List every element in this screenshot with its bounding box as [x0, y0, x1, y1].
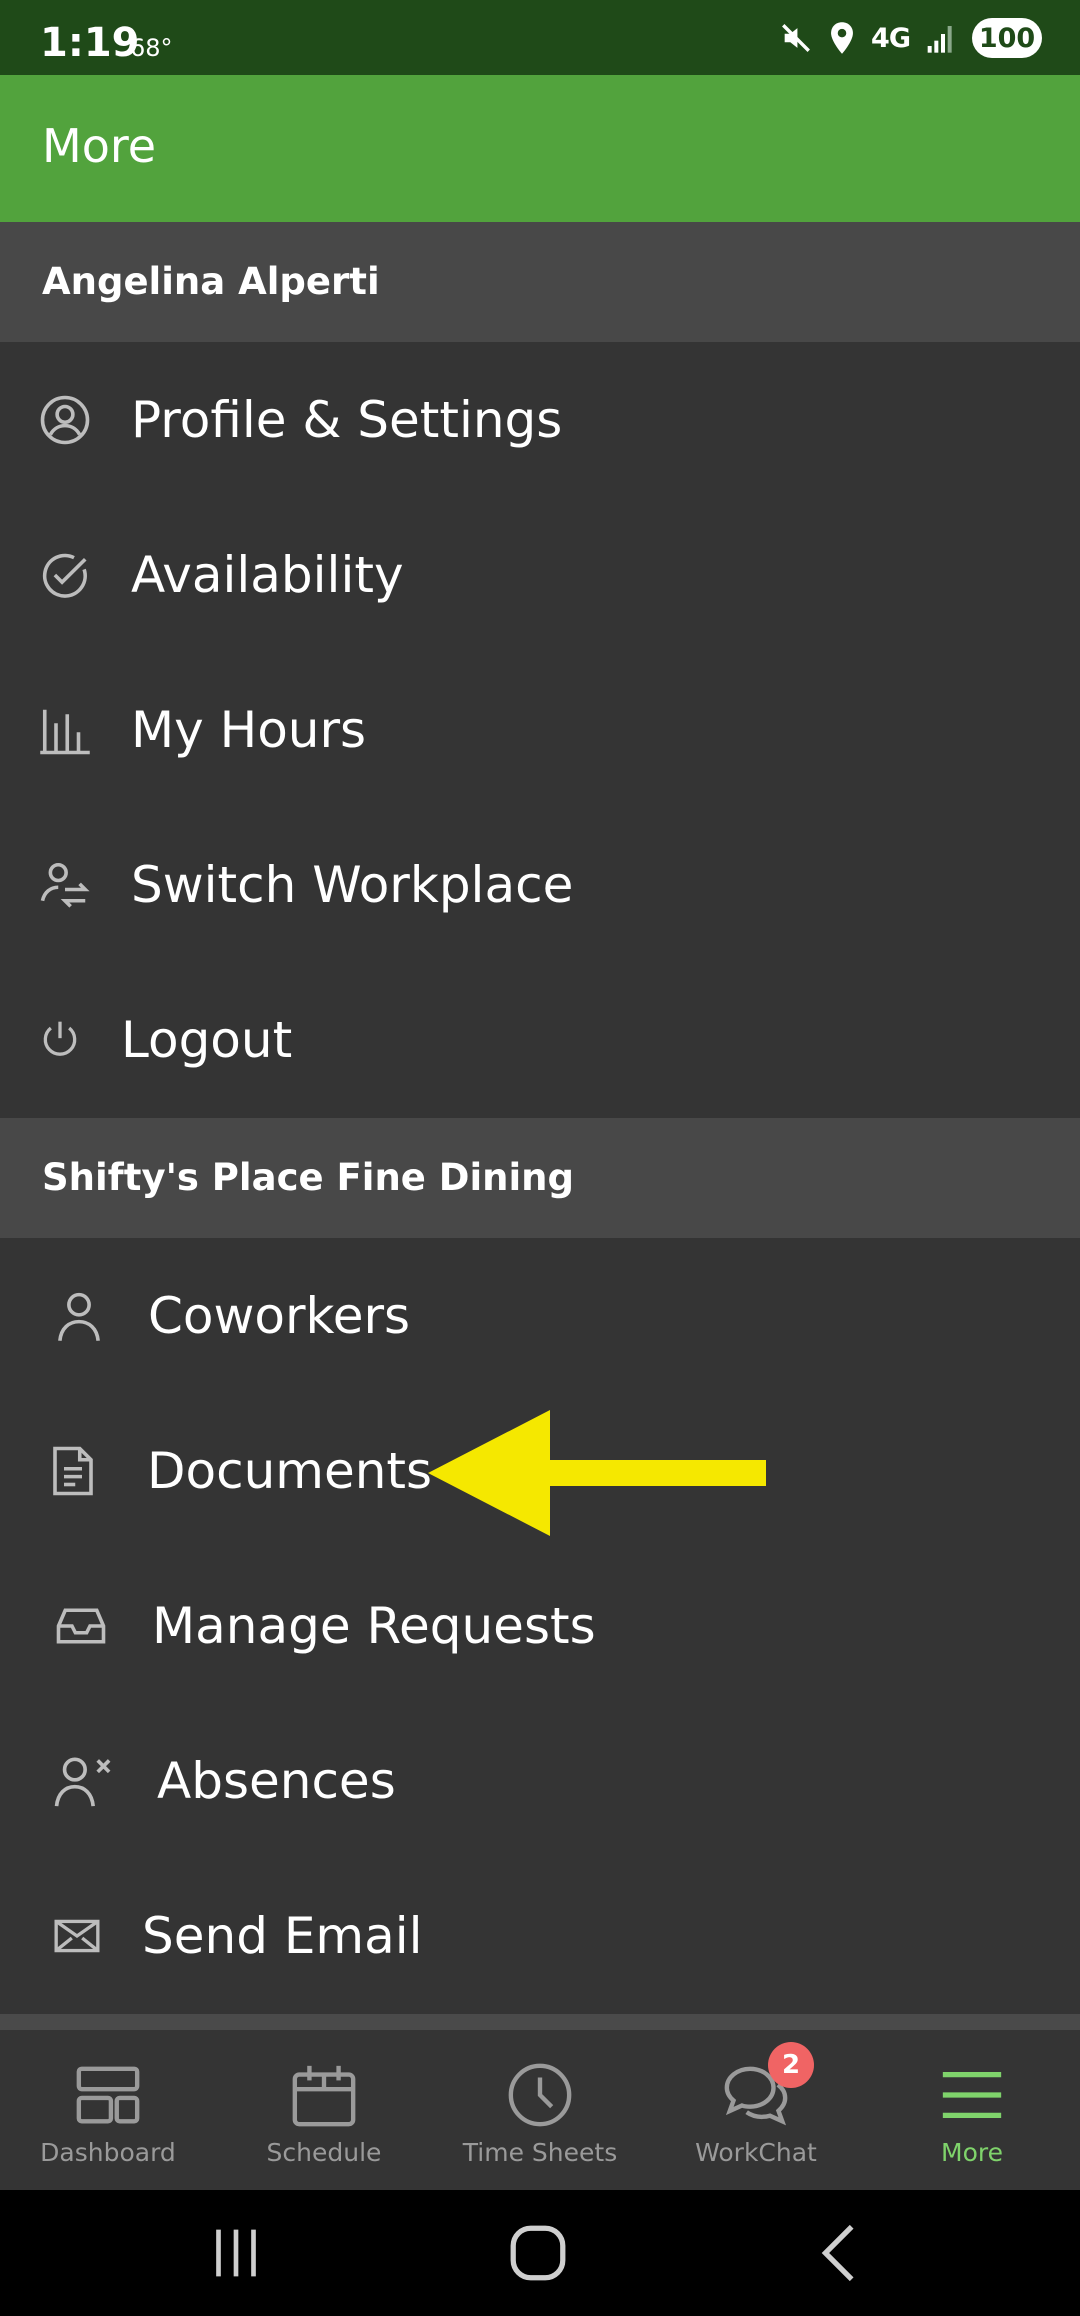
tab-label: More — [941, 2138, 1003, 2167]
menu-item-manage-requests[interactable]: Manage Requests — [0, 1548, 1080, 1703]
signal-icon — [927, 26, 952, 53]
user-switch-icon — [40, 862, 90, 908]
section-header-user: Angelina Alperti — [0, 222, 1080, 342]
envelope-icon — [54, 1919, 100, 1952]
section-title: Shifty's Place Fine Dining — [42, 1156, 575, 1199]
section-header-workplace: Shifty's Place Fine Dining — [0, 1118, 1080, 1238]
power-icon — [43, 1021, 77, 1056]
menu-item-my-hours[interactable]: My Hours — [0, 652, 1080, 807]
divider — [0, 2014, 1080, 2030]
mute-icon — [782, 24, 810, 52]
menu-label: Profile & Settings — [131, 390, 563, 449]
status-bar: 1:19 68° 4G 100 — [0, 0, 1080, 75]
menu-item-availability[interactable]: Availability — [0, 497, 1080, 652]
tab-label: Time Sheets — [462, 2138, 618, 2167]
location-icon — [831, 22, 853, 54]
bar-chart-icon — [40, 709, 90, 754]
tab-label: WorkChat — [695, 2138, 817, 2167]
check-circle-icon — [42, 553, 87, 598]
status-icons: 4G 100 — [779, 18, 1042, 58]
user-circle-icon — [40, 395, 90, 444]
menu-item-absences[interactable]: Absences — [0, 1703, 1080, 1858]
app-header: More — [0, 75, 1080, 222]
menu-item-switch-workplace[interactable]: Switch Workplace — [0, 807, 1080, 962]
menu-item-coworkers[interactable]: Coworkers — [0, 1238, 1080, 1393]
menu-item-send-email[interactable]: Send Email — [0, 1858, 1080, 2013]
status-time: 1:19 — [40, 20, 140, 66]
menu-label: Logout — [121, 1010, 293, 1069]
tab-label: Schedule — [266, 2138, 382, 2167]
menu-label: Documents — [147, 1441, 433, 1500]
person-remove-icon — [54, 1756, 111, 1806]
menu-label: Send Email — [142, 1906, 423, 1965]
tab-workchat[interactable]: 2 WorkChat — [648, 2030, 864, 2190]
menu-icon — [942, 2071, 1002, 2119]
tab-time-sheets[interactable]: Time Sheets — [432, 2030, 648, 2190]
person-icon — [58, 1292, 100, 1341]
menu-label: Manage Requests — [152, 1596, 596, 1655]
clock-icon — [508, 2063, 572, 2127]
network-type: 4G — [871, 22, 911, 54]
document-icon — [53, 1446, 93, 1495]
dashboard-icon — [76, 2066, 140, 2124]
status-temperature: 68° — [130, 34, 173, 62]
unread-badge: 2 — [768, 2042, 814, 2088]
menu-label: Switch Workplace — [131, 855, 574, 914]
menu-label: Absences — [157, 1751, 396, 1810]
annotation-arrow — [428, 1410, 766, 1536]
menu-label: My Hours — [131, 700, 367, 759]
page-title: More — [42, 119, 157, 173]
section-title: Angelina Alperti — [42, 260, 380, 303]
recent-apps-icon[interactable] — [201, 2218, 271, 2288]
calendar-icon — [292, 2065, 356, 2127]
menu-label: Coworkers — [148, 1286, 411, 1345]
tab-schedule[interactable]: Schedule — [216, 2030, 432, 2190]
battery-indicator: 100 — [972, 18, 1042, 58]
tab-label: Dashboard — [40, 2138, 176, 2167]
inbox-icon — [56, 1607, 106, 1644]
tab-dashboard[interactable]: Dashboard — [0, 2030, 216, 2190]
menu-item-profile-settings[interactable]: Profile & Settings — [0, 342, 1080, 497]
back-icon[interactable] — [805, 2218, 875, 2288]
tab-more[interactable]: More — [864, 2030, 1080, 2190]
menu-item-logout[interactable]: Logout — [0, 962, 1080, 1117]
system-nav-bar — [0, 2190, 1080, 2316]
home-icon[interactable] — [503, 2218, 573, 2288]
bottom-tab-bar: Dashboard Schedule Time Sheets 2 WorkCha… — [0, 2030, 1080, 2190]
menu-label: Availability — [131, 545, 404, 604]
